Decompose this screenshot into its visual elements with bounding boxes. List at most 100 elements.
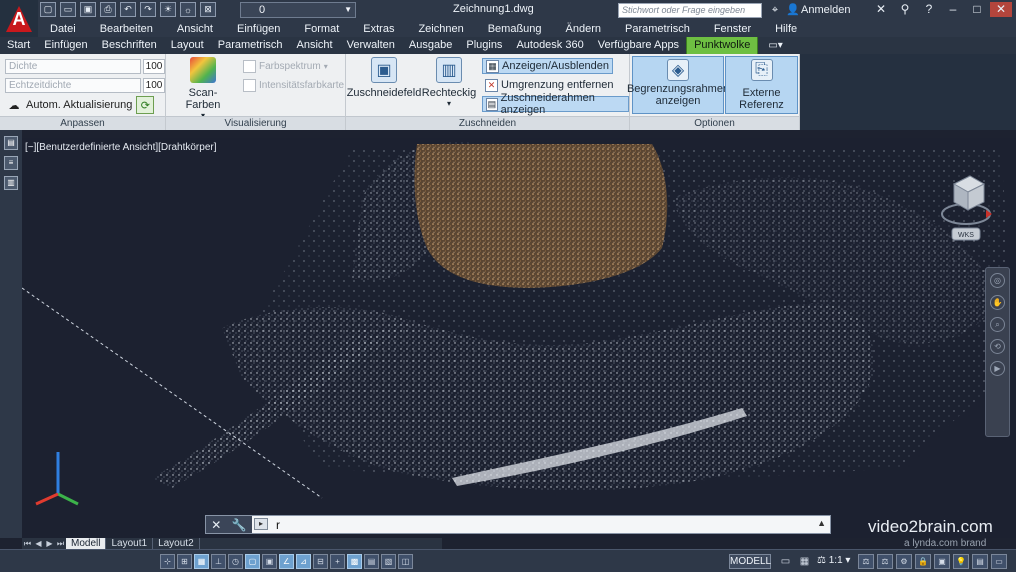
annotation-scale[interactable]: ⚖ 1:1 ▾ <box>817 555 850 566</box>
menu-fenster[interactable]: Fenster <box>702 23 763 35</box>
tab-start[interactable]: Start <box>0 37 37 54</box>
redo-icon[interactable]: ↷ <box>140 2 156 17</box>
externe-referenz-button[interactable]: ⎘ Externe Referenz <box>725 56 798 114</box>
menu-zeichnen[interactable]: Zeichnen <box>406 23 475 35</box>
lock-icon[interactable]: ⊠ <box>200 2 216 17</box>
palette-icon[interactable]: ▤ <box>4 136 18 150</box>
tab-layout1[interactable]: Layout1 <box>106 538 154 549</box>
model-space-button[interactable]: MODELL <box>729 554 771 569</box>
print-icon[interactable]: ⎙ <box>100 2 116 17</box>
layers-icon[interactable]: ≡ <box>4 156 18 170</box>
menu-hilfe[interactable]: Hilfe <box>763 23 809 35</box>
dichte-slider[interactable]: Dichte <box>5 59 141 74</box>
polar-tracking-icon[interactable]: ◷ <box>228 554 243 569</box>
tab-beschriften[interactable]: Beschriften <box>95 37 164 54</box>
menu-datei[interactable]: Datei <box>38 23 88 35</box>
menu-aendern[interactable]: Ändern <box>554 23 613 35</box>
annotation-visibility-icon[interactable]: ⚖ <box>858 554 874 569</box>
ribbon-toggle-icon[interactable]: ▭▾ <box>758 37 792 54</box>
signin-button[interactable]: Anmelden <box>801 4 851 16</box>
tab-verwalten[interactable]: Verwalten <box>340 37 402 54</box>
next-tab-icon[interactable]: ▶ <box>44 539 55 548</box>
menu-ansicht[interactable]: Ansicht <box>165 23 225 35</box>
dynamic-input-icon[interactable]: ⊟ <box>313 554 328 569</box>
binoculars-icon[interactable]: ⌖ <box>768 3 782 17</box>
prev-tab-icon[interactable]: ◀ <box>33 539 44 548</box>
quick-view-layouts-icon[interactable]: ▭ <box>778 554 793 569</box>
workspace-switch-icon[interactable]: ⚙ <box>896 554 912 569</box>
scan-farben-button[interactable]: Scan-Farben ▾ <box>174 57 232 120</box>
menu-format[interactable]: Format <box>292 23 351 35</box>
menu-extras[interactable]: Extras <box>351 23 406 35</box>
minimize-button[interactable]: – <box>942 2 964 17</box>
help-icon[interactable]: ? <box>918 2 940 17</box>
object-snap-icon[interactable]: ▢ <box>245 554 260 569</box>
lineweight-icon[interactable]: + <box>330 554 345 569</box>
anzeigen-ausblenden-button[interactable]: ▦ Anzeigen/Ausblenden <box>482 58 614 74</box>
echtzeitdichte-value[interactable]: 100 <box>143 78 165 93</box>
lightbulb-icon[interactable]: ☀ <box>160 2 176 17</box>
zuschneidefeld-button[interactable]: ▣ Zuschneidefeld <box>347 57 421 99</box>
layer-dropdown[interactable]: 0 ▼ <box>240 2 356 18</box>
first-tab-icon[interactable]: ⏮ <box>22 539 33 549</box>
refresh-icon[interactable]: ⟳ <box>136 96 155 114</box>
user-icon[interactable]: 👤 <box>786 3 800 17</box>
transparency-icon[interactable]: ▩ <box>347 554 362 569</box>
hardware-acceleration-icon[interactable]: ▣ <box>934 554 950 569</box>
customization-icon[interactable]: ▤ <box>972 554 988 569</box>
close-button[interactable]: ✕ <box>990 2 1012 17</box>
intensitaetsfarbkarte-button[interactable]: Intensitätsfarbkarte <box>240 77 347 93</box>
tab-layout2[interactable]: Layout2 <box>153 538 200 549</box>
showmotion-icon[interactable]: ▶ <box>990 361 1005 376</box>
steering-wheel-icon[interactable]: ◎ <box>990 273 1005 288</box>
selection-cycling-icon[interactable]: ▧ <box>381 554 396 569</box>
menu-bearbeiten[interactable]: Bearbeiten <box>88 23 165 35</box>
menu-parametrisch[interactable]: Parametrisch <box>613 23 702 35</box>
tab-modell[interactable]: Modell <box>66 538 107 549</box>
dynamic-ucs-icon[interactable]: ⊿ <box>296 554 311 569</box>
quick-view-drawings-icon[interactable]: ▦ <box>797 554 812 569</box>
snap-mode-icon[interactable]: ⊞ <box>177 554 192 569</box>
menu-bemassung[interactable]: Bemaßung <box>476 23 554 35</box>
farbspektrum-button[interactable]: Farbspektrum ▾ <box>240 58 331 74</box>
undo-icon[interactable]: ↶ <box>120 2 136 17</box>
command-input[interactable]: r <box>276 518 280 532</box>
last-tab-icon[interactable]: ⏭ <box>55 539 66 549</box>
wrench-icon[interactable]: 🔧 <box>232 518 247 532</box>
orbit-icon[interactable]: ⟲ <box>990 339 1005 354</box>
zoom-icon[interactable]: ⌕ <box>990 317 1005 332</box>
command-history-arrow-icon[interactable]: ▲ <box>817 518 826 528</box>
tab-autodesk-360[interactable]: Autodesk 360 <box>509 37 590 54</box>
auto-scale-icon[interactable]: ⚖ <box>877 554 893 569</box>
object-snap-tracking-icon[interactable]: ∠ <box>279 554 294 569</box>
clean-screen-icon[interactable]: ▭ <box>991 554 1007 569</box>
3d-object-snap-icon[interactable]: ▣ <box>262 554 277 569</box>
annotation-monitor-icon[interactable]: ◫ <box>398 554 413 569</box>
sun-icon[interactable]: ☼ <box>180 2 196 17</box>
command-prompt-icon[interactable]: ▸ <box>254 518 268 530</box>
tab-punktwolke[interactable]: Punktwolke <box>686 37 759 54</box>
tab-einfuegen[interactable]: Einfügen <box>37 37 94 54</box>
new-icon[interactable]: ▢ <box>40 2 56 17</box>
infer-constraints-icon[interactable]: ⊹ <box>160 554 175 569</box>
quick-properties-icon[interactable]: ▤ <box>364 554 379 569</box>
tab-parametrisch[interactable]: Parametrisch <box>211 37 290 54</box>
drawing-viewport[interactable]: [−][Benutzerdefinierte Ansicht][Drahtkör… <box>22 138 1016 538</box>
help-search-input[interactable]: Stichwort oder Frage eingeben <box>618 3 762 18</box>
auto-update-row[interactable]: ☁ Autom. Aktualisierung ⟳ <box>6 96 155 114</box>
umgrenzung-entfernen-button[interactable]: ✕ Umgrenzung entfernen <box>482 77 617 93</box>
isolate-objects-icon[interactable]: 💡 <box>953 554 969 569</box>
network-icon[interactable]: ⚲ <box>894 2 916 17</box>
zuschneiderahmen-anzeigen-button[interactable]: ▤ Zuschneiderahmen anzeigen <box>482 92 629 116</box>
tab-ansicht[interactable]: Ansicht <box>290 37 340 54</box>
properties-icon[interactable]: ▥ <box>4 176 18 190</box>
exchange-icon[interactable]: ✕ <box>870 2 892 17</box>
viewport-label[interactable]: [−][Benutzerdefinierte Ansicht][Drahtkör… <box>25 142 217 153</box>
begrenzungsrahmen-button[interactable]: ◈ Begrenzungsrahmen anzeigen <box>627 56 729 114</box>
ortho-mode-icon[interactable]: ⊥ <box>211 554 226 569</box>
save-icon[interactable]: ▣ <box>80 2 96 17</box>
menu-einfuegen[interactable]: Einfügen <box>225 23 292 35</box>
close-icon[interactable]: ✕ <box>211 518 221 532</box>
tab-ausgabe[interactable]: Ausgabe <box>402 37 459 54</box>
tab-layout[interactable]: Layout <box>164 37 211 54</box>
